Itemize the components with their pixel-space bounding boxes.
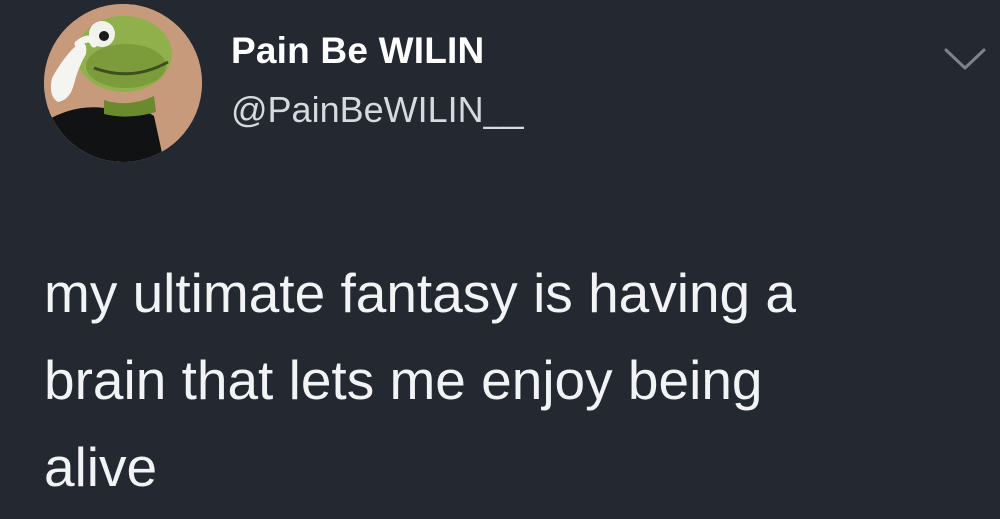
author-display-name[interactable]: Pain Be WILIN — [231, 32, 484, 69]
tweet-text: my ultimate fantasy is having a brain th… — [44, 262, 797, 498]
author-handle[interactable]: @PainBeWILIN__ — [231, 92, 524, 128]
tweet-card: Pain Be WILIN @PainBeWILIN__ my ultimate… — [0, 0, 1000, 519]
tweet-menu-button[interactable] — [940, 40, 990, 76]
author-avatar[interactable] — [44, 4, 202, 162]
chevron-down-icon — [944, 48, 986, 70]
kermit-avatar-icon — [44, 4, 202, 162]
